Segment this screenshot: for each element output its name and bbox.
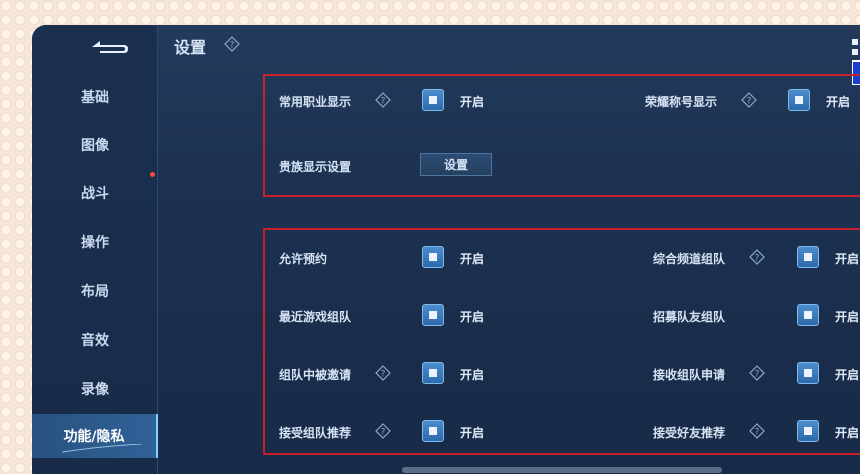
team-settings-panel	[263, 228, 860, 455]
accept-team-request-checkbox[interactable]	[797, 362, 819, 384]
active-streak-decoration	[62, 444, 142, 453]
help-diamond-icon[interactable]: ?	[375, 92, 391, 108]
sidebar-item-label: 功能/隐私	[63, 429, 125, 445]
sidebar-item-combat[interactable]: 战斗	[32, 171, 158, 215]
svg-text:?: ?	[755, 254, 760, 264]
accept-team-recommend-state: 开启	[460, 426, 485, 440]
sidebar-item-basic[interactable]: 基础	[32, 75, 158, 119]
allow-reservation-checkbox[interactable]	[422, 246, 444, 268]
svg-text:?: ?	[755, 370, 760, 380]
accept-team-request-state: 开启	[835, 368, 860, 382]
sidebar: 基础 图像 战斗 操作 布局 音效 录像 功能/隐私	[32, 25, 158, 474]
accept-team-recommend-checkbox[interactable]	[422, 420, 444, 442]
sidebar-item-layout[interactable]: 布局	[32, 269, 158, 313]
team-invited-label: 组队中被邀请	[279, 368, 352, 382]
help-diamond-icon[interactable]: ?	[749, 365, 765, 381]
sidebar-item-graphics[interactable]: 图像	[32, 123, 158, 167]
allow-reservation-label: 允许预约	[279, 252, 328, 266]
recruit-team-label: 招募队友组队	[653, 310, 726, 324]
allow-reservation-state: 开启	[460, 252, 485, 266]
channel-team-label: 综合频道组队	[653, 252, 726, 266]
display-settings-panel	[263, 74, 860, 197]
sidebar-item-label: 录像	[81, 382, 109, 398]
horizontal-scrollbar[interactable]	[402, 467, 722, 473]
accept-friend-recommend-state: 开启	[835, 426, 860, 440]
recruit-team-state: 开启	[835, 310, 860, 324]
common-job-display-state: 开启	[460, 95, 485, 109]
channel-team-checkbox[interactable]	[797, 246, 819, 268]
accept-team-recommend-label: 接受组队推荐	[279, 426, 352, 440]
help-diamond-icon[interactable]: ?	[375, 423, 391, 439]
sidebar-item-label: 操作	[81, 235, 109, 251]
honor-title-display-label: 荣耀称号显示	[645, 95, 718, 109]
common-job-display-label: 常用职业显示	[279, 95, 352, 109]
help-diamond-icon[interactable]: ?	[749, 249, 765, 265]
accept-friend-recommend-label: 接受好友推荐	[653, 426, 726, 440]
sidebar-item-label: 布局	[81, 284, 109, 300]
help-diamond-icon[interactable]: ?	[375, 365, 391, 381]
channel-team-state: 开启	[835, 252, 860, 266]
sidebar-item-sound[interactable]: 音效	[32, 318, 158, 362]
svg-text:?: ?	[755, 428, 760, 438]
recent-game-team-checkbox[interactable]	[422, 304, 444, 326]
sidebar-item-label: 战斗	[81, 186, 109, 202]
recent-game-team-state: 开启	[460, 310, 485, 324]
sidebar-item-label: 图像	[81, 138, 109, 154]
help-diamond-icon[interactable]: ?	[224, 36, 240, 52]
noble-settings-button[interactable]: 设置	[420, 153, 492, 176]
sidebar-item-features-privacy[interactable]: 功能/隐私	[32, 414, 158, 458]
accept-friend-recommend-checkbox[interactable]	[797, 420, 819, 442]
honor-title-display-state: 开启	[826, 95, 851, 109]
team-invited-state: 开启	[460, 368, 485, 382]
team-invited-checkbox[interactable]	[422, 362, 444, 384]
svg-text:?: ?	[381, 97, 386, 107]
noble-display-label: 贵族显示设置	[279, 160, 352, 174]
back-arrow-icon[interactable]	[88, 37, 132, 57]
sidebar-item-replay[interactable]: 录像	[32, 367, 158, 411]
honor-title-display-checkbox[interactable]	[788, 89, 810, 111]
sidebar-item-controls[interactable]: 操作	[32, 220, 158, 264]
recruit-team-checkbox[interactable]	[797, 304, 819, 326]
help-diamond-icon[interactable]: ?	[741, 92, 757, 108]
help-diamond-icon[interactable]: ?	[749, 423, 765, 439]
sidebar-item-label: 音效	[81, 333, 109, 349]
svg-text:?: ?	[381, 370, 386, 380]
common-job-display-checkbox[interactable]	[422, 89, 444, 111]
accept-team-request-label: 接收组队申请	[653, 368, 726, 382]
settings-window: 基础 图像 战斗 操作 布局 音效 录像 功能/隐私 设置 ? 常用职业显示 ?…	[32, 25, 860, 474]
svg-text:?: ?	[747, 97, 752, 107]
recent-game-team-label: 最近游戏组队	[279, 310, 352, 324]
svg-text:?: ?	[230, 41, 235, 51]
sidebar-item-label: 基础	[81, 90, 109, 106]
page-title: 设置	[174, 38, 207, 57]
notification-dot-icon	[150, 172, 155, 177]
svg-text:?: ?	[381, 428, 386, 438]
